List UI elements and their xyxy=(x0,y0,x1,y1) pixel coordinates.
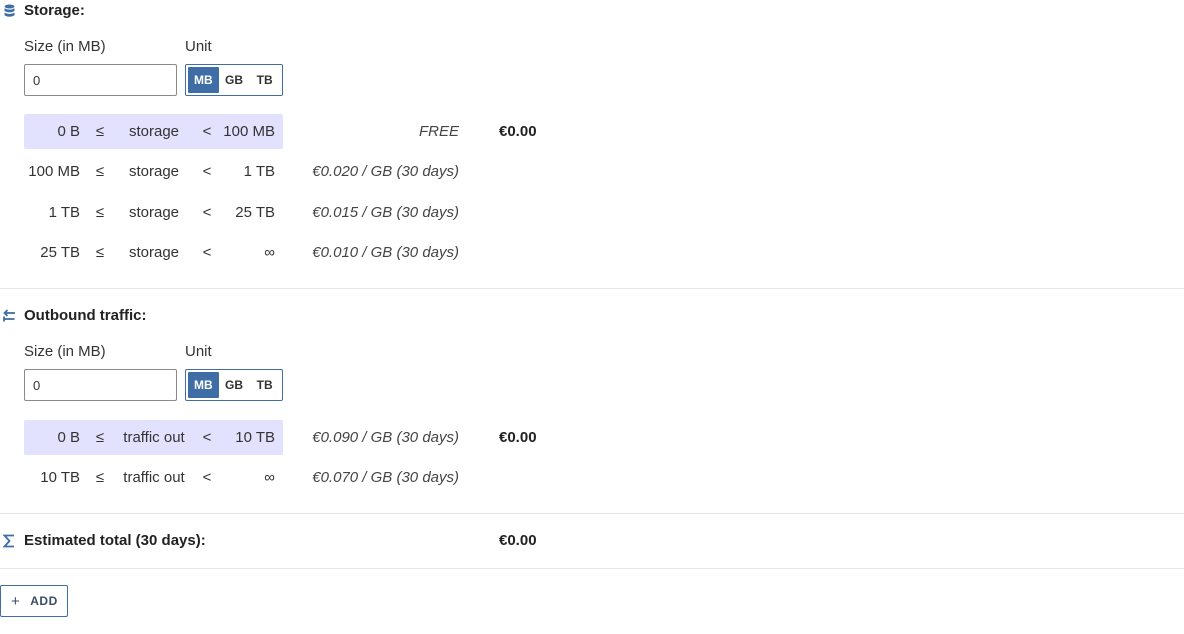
storage-size-input[interactable] xyxy=(24,64,177,96)
tier-lt: < xyxy=(202,123,212,140)
traffic-unit-tb-button[interactable]: TB xyxy=(249,372,280,398)
tier-from: 10 TB xyxy=(40,469,80,486)
storage-title: Storage: xyxy=(24,2,85,19)
tier-to: 1 TB xyxy=(243,163,275,180)
tier-price: €0.090 / GB (30 days) xyxy=(312,429,459,446)
storage-tier-row: 25 TB ≤ storage < ∞ €0.010 / GB (30 days… xyxy=(24,235,544,270)
tier-to: 10 TB xyxy=(235,429,275,446)
tier-le: ≤ xyxy=(95,204,105,221)
sigma-icon xyxy=(2,533,16,549)
storage-tier-row: 100 MB ≤ storage < 1 TB €0.020 / GB (30 … xyxy=(24,154,544,189)
storage-tier-row: 0 B ≤ storage < 100 MB FREE €0.00 xyxy=(24,114,544,149)
storage-size-label: Size (in MB) xyxy=(24,38,106,55)
traffic-unit-label: Unit xyxy=(185,343,212,360)
tier-lt: < xyxy=(202,244,212,261)
traffic-size-input[interactable] xyxy=(24,369,177,401)
tier-le: ≤ xyxy=(95,163,105,180)
storage-unit-mb-button[interactable]: MB xyxy=(188,67,219,93)
tier-from: 0 B xyxy=(57,429,80,446)
tier-variable: traffic out xyxy=(123,469,185,486)
tier-to: ∞ xyxy=(264,244,275,261)
traffic-size-label: Size (in MB) xyxy=(24,343,106,360)
storage-unit-gb-button[interactable]: GB xyxy=(219,67,250,93)
tier-to: 100 MB xyxy=(223,123,275,140)
tier-variable: storage xyxy=(128,204,180,221)
tier-lt: < xyxy=(202,469,212,486)
tier-lt: < xyxy=(202,204,212,221)
tier-variable: storage xyxy=(128,123,180,140)
tier-cost: €0.00 xyxy=(499,429,537,446)
tier-variable: traffic out xyxy=(123,429,185,446)
tier-price: €0.070 / GB (30 days) xyxy=(312,469,459,486)
tier-lt: < xyxy=(202,429,212,446)
storage-unit-label: Unit xyxy=(185,38,212,55)
tier-cost: €0.00 xyxy=(499,123,537,140)
tier-from: 25 TB xyxy=(40,244,80,261)
traffic-unit-toggle: MB GB TB xyxy=(185,369,283,401)
transfer-arrows-icon xyxy=(2,308,16,324)
tier-from: 1 TB xyxy=(48,204,80,221)
traffic-tier-row: 10 TB ≤ traffic out < ∞ €0.070 / GB (30 … xyxy=(24,460,544,495)
storage-unit-toggle: MB GB TB xyxy=(185,64,283,96)
traffic-unit-mb-button[interactable]: MB xyxy=(188,372,219,398)
tier-le: ≤ xyxy=(95,469,105,486)
traffic-unit-gb-button[interactable]: GB xyxy=(219,372,250,398)
tier-price: FREE xyxy=(418,123,459,140)
tier-le: ≤ xyxy=(95,123,105,140)
tier-price: €0.020 / GB (30 days) xyxy=(312,163,459,180)
database-icon xyxy=(2,3,16,19)
tier-price: €0.015 / GB (30 days) xyxy=(312,204,459,221)
traffic-tier-row: 0 B ≤ traffic out < 10 TB €0.090 / GB (3… xyxy=(24,420,544,455)
tier-from: 100 MB xyxy=(28,163,80,180)
tier-variable: storage xyxy=(128,163,180,180)
tier-price: €0.010 / GB (30 days) xyxy=(312,244,459,261)
tier-le: ≤ xyxy=(95,244,105,261)
plus-icon: + xyxy=(11,592,21,610)
storage-unit-tb-button[interactable]: TB xyxy=(249,67,280,93)
total-label: Estimated total (30 days): xyxy=(24,532,206,549)
section-divider xyxy=(0,513,1184,514)
tier-to: ∞ xyxy=(264,469,275,486)
total-value: €0.00 xyxy=(499,532,537,549)
section-divider xyxy=(0,568,1184,569)
traffic-title: Outbound traffic: xyxy=(24,307,147,324)
tier-to: 25 TB xyxy=(235,204,275,221)
tier-variable: storage xyxy=(128,244,180,261)
tier-le: ≤ xyxy=(95,429,105,446)
add-button-label: ADD xyxy=(30,594,58,608)
storage-tier-row: 1 TB ≤ storage < 25 TB €0.015 / GB (30 d… xyxy=(24,195,544,230)
tier-from: 0 B xyxy=(57,123,80,140)
add-button[interactable]: + ADD xyxy=(0,585,68,617)
tier-lt: < xyxy=(202,163,212,180)
section-divider xyxy=(0,288,1184,289)
